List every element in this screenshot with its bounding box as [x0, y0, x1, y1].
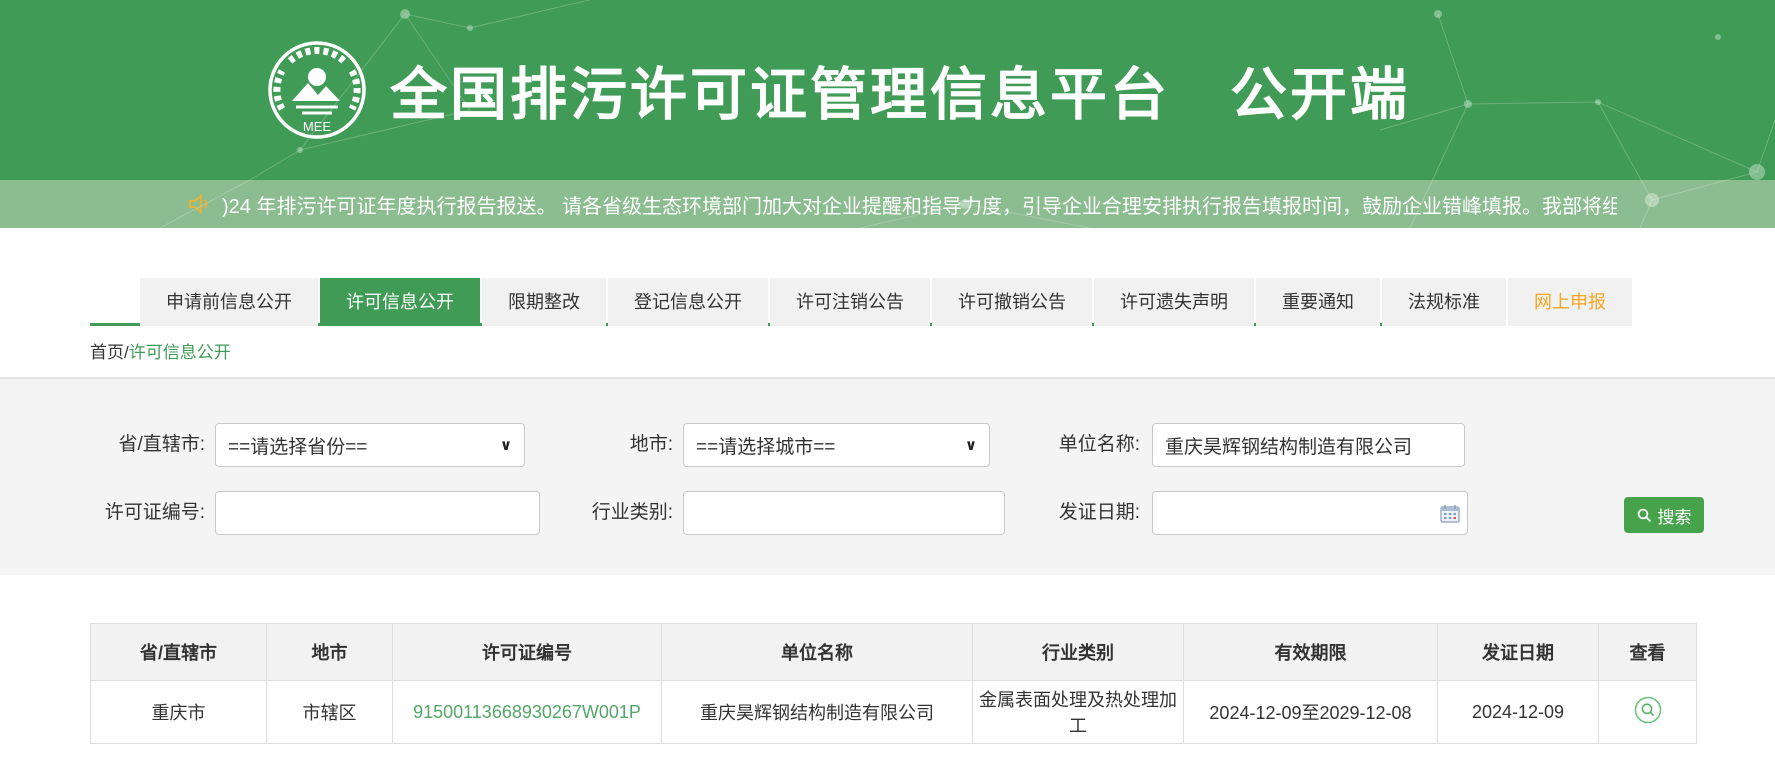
tab-permit-cancellation-notice[interactable]: 许可注销公告 — [770, 278, 930, 326]
tab-permit-revocation-notice[interactable]: 许可撤销公告 — [932, 278, 1092, 326]
cell-issue-date: 2024-12-09 — [1438, 681, 1599, 744]
tab-regulations-standards[interactable]: 法规标准 — [1382, 278, 1506, 326]
issue-date-field — [1152, 491, 1468, 535]
tab-permit-info-disclosure[interactable]: 许可信息公开 — [320, 278, 480, 326]
tab-online-application[interactable]: 网上申报 — [1508, 278, 1632, 326]
col-header-company: 单位名称 — [662, 624, 973, 681]
breadcrumb: 首页/许可信息公开 — [90, 338, 1775, 363]
cell-city: 市辖区 — [267, 681, 393, 744]
permit-no-label: 许可证编号: — [60, 491, 205, 535]
breadcrumb-current: 许可信息公开 — [129, 343, 231, 362]
city-select[interactable]: ==请选择城市== ∨ — [683, 423, 990, 467]
province-select-value: ==请选择省份== — [228, 432, 367, 459]
chevron-down-icon: ∨ — [965, 436, 977, 454]
site-header: MEE 全国排污许可证管理信息平台 公开端 — [0, 0, 1775, 180]
industry-label: 行业类别: — [560, 491, 673, 535]
cell-validity: 2024-12-09至2029-12-08 — [1184, 681, 1438, 744]
page-title: 全国排污许可证管理信息平台 公开端 — [390, 49, 1410, 131]
tab-permit-loss-statement[interactable]: 许可遗失声明 — [1094, 278, 1254, 326]
city-label: 地市: — [560, 423, 673, 467]
province-select[interactable]: ==请选择省份== ∨ — [215, 423, 525, 467]
announcement-marquee-text: )24 年排污许可证年度执行报告报送。 请各省级生态环境部门加大对企业提醒和指导… — [222, 190, 1617, 219]
company-label: 单位名称: — [1030, 423, 1140, 467]
search-button[interactable]: 搜索 — [1624, 497, 1704, 533]
nav-section: 申请前信息公开 许可信息公开 限期整改 登记信息公开 许可注销公告 许可撤销公告… — [0, 228, 1775, 378]
company-input[interactable] — [1152, 423, 1465, 467]
table-row: 重庆市 市辖区 91500113668930267W001P 重庆昊辉钢结构制造… — [91, 681, 1697, 744]
issue-date-input[interactable] — [1152, 491, 1468, 535]
search-icon — [1637, 508, 1652, 523]
table-header-row: 省/直辖市 地市 许可证编号 单位名称 行业类别 有效期限 发证日期 查看 — [91, 624, 1697, 681]
tab-deadline-rectification[interactable]: 限期整改 — [482, 278, 606, 326]
col-header-province: 省/直辖市 — [91, 624, 267, 681]
chevron-down-icon: ∨ — [500, 436, 512, 454]
speaker-icon — [188, 193, 212, 215]
results-table: 省/直辖市 地市 许可证编号 单位名称 行业类别 有效期限 发证日期 查看 重庆… — [90, 623, 1697, 744]
col-header-city: 地市 — [267, 624, 393, 681]
permit-no-input[interactable] — [215, 491, 540, 535]
svg-text:MEE: MEE — [303, 119, 332, 134]
search-filter-panel: 省/直辖市: ==请选择省份== ∨ 地市: ==请选择城市== ∨ 单位名称:… — [0, 378, 1775, 575]
nav-tabs: 申请前信息公开 许可信息公开 限期整改 登记信息公开 许可注销公告 许可撤销公告… — [90, 278, 1700, 326]
calendar-icon[interactable] — [1440, 504, 1460, 523]
tab-important-notices[interactable]: 重要通知 — [1256, 278, 1380, 326]
col-header-validity: 有效期限 — [1184, 624, 1438, 681]
issue-date-label: 发证日期: — [1030, 491, 1140, 535]
tab-registration-info[interactable]: 登记信息公开 — [608, 278, 768, 326]
col-header-view: 查看 — [1599, 624, 1697, 681]
col-header-permit-no: 许可证编号 — [393, 624, 662, 681]
cell-industry: 金属表面处理及热处理加工 — [973, 681, 1184, 744]
breadcrumb-home-link[interactable]: 首页 — [90, 343, 124, 362]
cell-company: 重庆昊辉钢结构制造有限公司 — [662, 681, 973, 744]
page: MEE 全国排污许可证管理信息平台 公开端 )24 年排污许可证年度执行报告报送… — [0, 0, 1775, 744]
magnifier-circle-icon — [1634, 696, 1662, 724]
cell-province: 重庆市 — [91, 681, 267, 744]
permit-number-link[interactable]: 91500113668930267W001P — [413, 702, 641, 722]
province-label: 省/直辖市: — [60, 423, 205, 467]
announcement-bar: )24 年排污许可证年度执行报告报送。 请各省级生态环境部门加大对企业提醒和指导… — [0, 180, 1775, 228]
tab-pre-application-disclosure[interactable]: 申请前信息公开 — [140, 278, 318, 326]
city-select-value: ==请选择城市== — [696, 432, 835, 459]
col-header-industry: 行业类别 — [973, 624, 1184, 681]
mee-logo-icon: MEE — [266, 39, 368, 141]
search-button-label: 搜索 — [1658, 503, 1692, 528]
col-header-issue-date: 发证日期 — [1438, 624, 1599, 681]
industry-input[interactable] — [683, 491, 1005, 535]
view-details-button[interactable] — [1634, 696, 1662, 724]
